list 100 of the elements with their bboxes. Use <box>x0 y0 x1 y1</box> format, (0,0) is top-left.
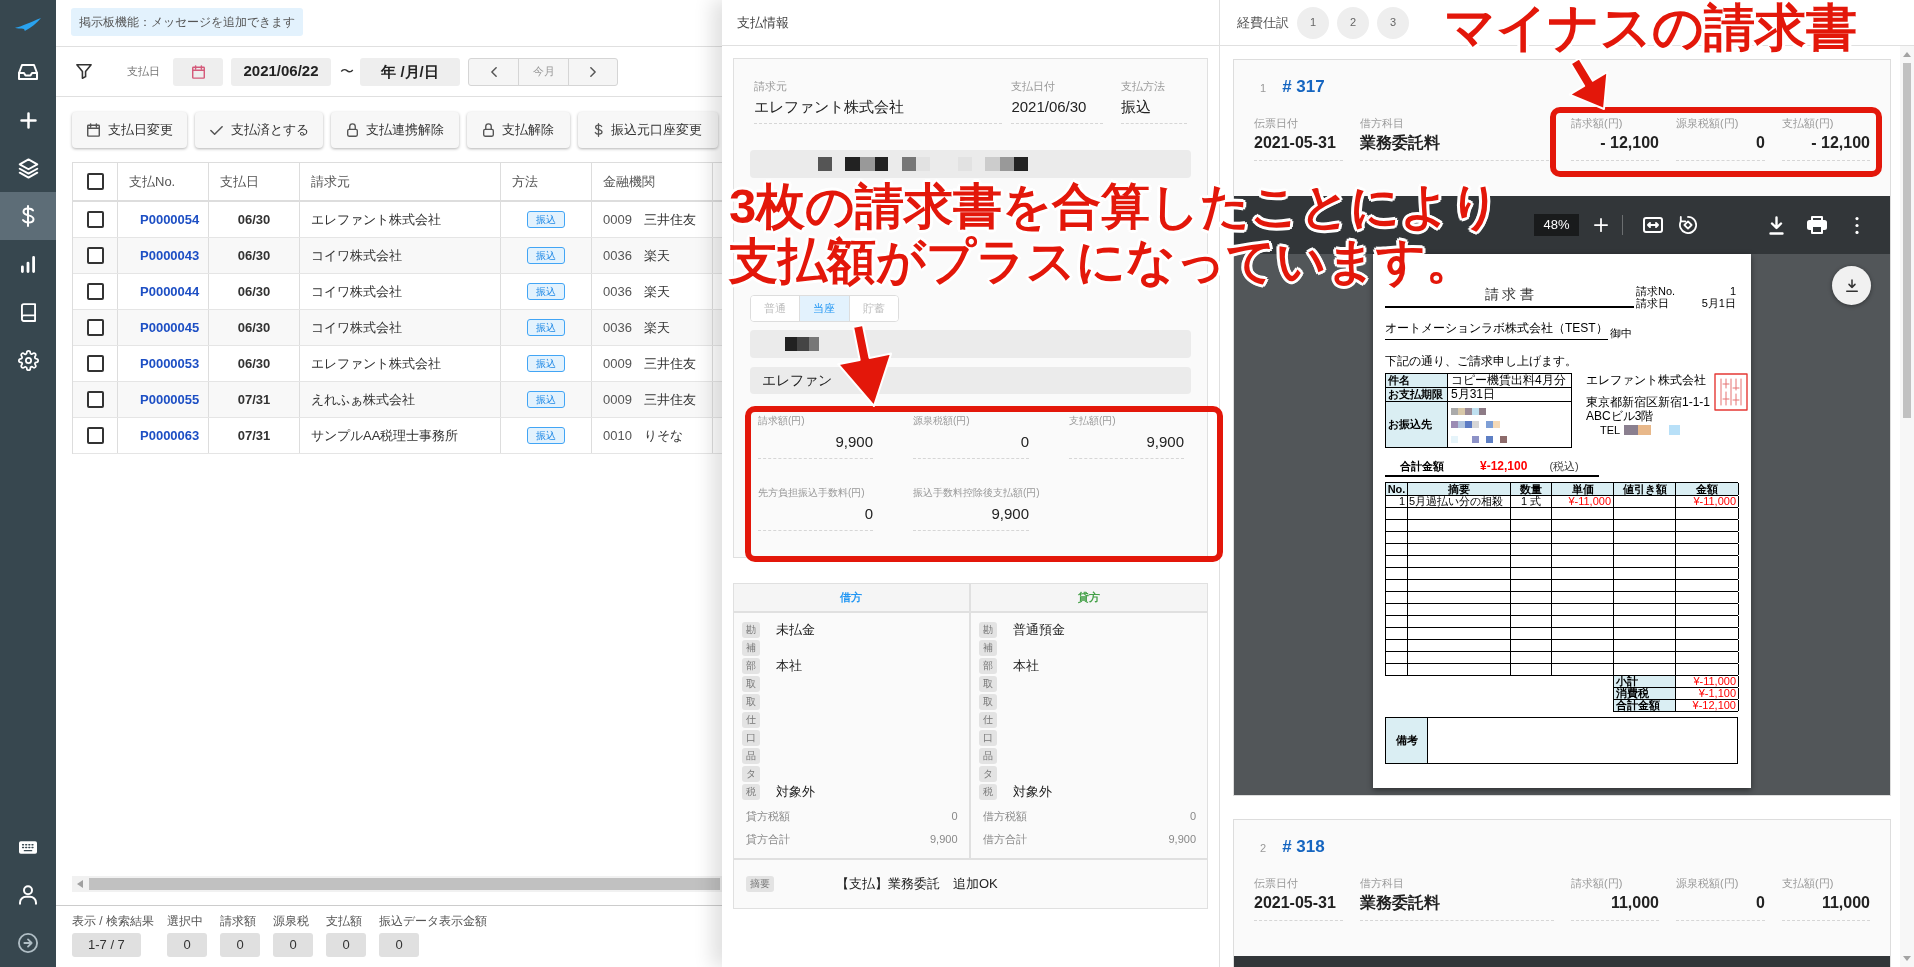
issuer-text: エレファント株式会社 <box>1586 373 1706 387</box>
more-options-icon[interactable] <box>1855 216 1859 234</box>
seal-stamp-icon <box>1714 373 1748 411</box>
scrollbar-thumb[interactable] <box>89 878 720 890</box>
download-button[interactable] <box>1832 266 1871 305</box>
bank-code: 0009 <box>603 210 632 229</box>
summary-label: 支払額 <box>326 914 362 929</box>
bank-name: 楽天 <box>643 318 670 337</box>
field-tag: 口 <box>978 730 997 746</box>
column-header: 請求元 <box>300 163 501 200</box>
action-button[interactable]: 振込元口座変更 <box>578 112 718 148</box>
bank-code: 0009 <box>603 354 632 373</box>
rotate-icon[interactable] <box>1679 216 1697 234</box>
field-tag: 補 <box>742 640 760 656</box>
checkbox[interactable] <box>86 391 104 408</box>
table-cell: 合計金額 <box>1614 700 1676 711</box>
summary-label: 振込データ表示金額 <box>379 914 487 929</box>
field-tag: 取 <box>742 676 760 692</box>
field-tag: 口 <box>742 730 760 746</box>
download-icon[interactable] <box>1769 215 1784 235</box>
table-cell: 06/30 <box>209 202 300 237</box>
zoom-in-icon[interactable] <box>1594 218 1608 232</box>
tel-label: TEL <box>1600 424 1621 436</box>
action-button[interactable]: 支払解除 <box>467 112 570 148</box>
page-button[interactable]: 2 <box>1337 6 1369 39</box>
table-cell: コピー機賃出料4月分 <box>1448 374 1572 387</box>
field-value: 11,000 <box>1821 893 1870 913</box>
field-tag: 補 <box>978 640 997 656</box>
field-tag: 取 <box>978 694 997 710</box>
column-header: 支払No. <box>118 163 209 200</box>
field-tag: タ <box>978 766 997 782</box>
payment-link[interactable]: P0000053 <box>140 353 200 374</box>
payment-link[interactable]: P0000044 <box>140 281 200 302</box>
lock-icon <box>346 123 358 137</box>
table-cell: ¥-12,100 <box>1676 700 1739 711</box>
field-label: 先方負担振込手数料(円) <box>758 486 865 500</box>
sidebar-item[interactable] <box>0 192 56 240</box>
action-button[interactable]: 支払連携解除 <box>331 112 459 148</box>
field-tag: 勘 <box>742 622 760 638</box>
checkbox[interactable] <box>86 173 104 190</box>
payment-link[interactable]: P0000063 <box>140 425 200 446</box>
column-header: 数量 <box>1511 483 1552 495</box>
table-cell: 1 <box>1386 496 1408 507</box>
scrollbar-thumb[interactable] <box>1903 63 1911 418</box>
date-field[interactable]: 2021/06/22 <box>231 57 331 86</box>
method-tag: 振込 <box>527 319 565 336</box>
bank-name: 三井住友 <box>643 354 696 373</box>
table-cell: 07/31 <box>209 382 300 417</box>
table-cell: えれふぁ株式会社 <box>300 382 501 417</box>
field-tag: 部 <box>978 658 997 674</box>
table-cell: 06/30 <box>209 346 300 381</box>
table-cell: お支払期限 <box>1386 388 1448 401</box>
logo-icon <box>15 17 41 31</box>
table-cell: 備考 <box>1386 718 1428 763</box>
meta-value: 1 <box>1729 285 1736 297</box>
calendar-button[interactable] <box>173 57 223 86</box>
checkbox[interactable] <box>86 427 104 444</box>
column-header: 方法 <box>501 163 592 200</box>
entry-link[interactable]: # 318 <box>1282 837 1325 857</box>
entry-link[interactable]: # 317 <box>1282 77 1325 97</box>
payment-link[interactable]: P0000045 <box>140 317 200 338</box>
payment-link[interactable]: P0000043 <box>140 245 200 266</box>
action-button[interactable]: 支払済とする <box>195 112 323 148</box>
checkbox[interactable] <box>86 211 104 228</box>
checkbox[interactable] <box>86 283 104 300</box>
print-icon[interactable] <box>1807 216 1827 234</box>
checkbox[interactable] <box>86 247 104 264</box>
field-value: エレファン <box>762 371 832 390</box>
column-header: 金額 <box>1676 483 1739 495</box>
calendar-icon <box>86 123 100 137</box>
field-value: 9,900 <box>1146 432 1184 452</box>
page-button[interactable]: 3 <box>1377 6 1409 39</box>
field-tag: タ <box>742 766 760 782</box>
page-button[interactable]: 1 <box>1297 6 1329 39</box>
payment-link[interactable]: P0000054 <box>140 209 200 230</box>
vertical-scrollbar[interactable] <box>1900 46 1914 967</box>
fit-page-icon[interactable] <box>1643 217 1663 233</box>
book-icon <box>20 302 36 322</box>
horizontal-scrollbar[interactable] <box>72 876 722 892</box>
field-label: 支払額(円) <box>1782 876 1834 890</box>
chevron-left-icon <box>490 66 497 77</box>
bank-name: りそな <box>643 426 683 445</box>
field-value: 振込 <box>1121 97 1152 117</box>
field-value: 9,900 <box>835 432 873 452</box>
checkbox[interactable] <box>86 319 104 336</box>
zoom-level: 48% <box>1534 214 1579 236</box>
checkbox[interactable] <box>86 355 104 372</box>
table-cell: コイワ株式会社 <box>300 310 501 345</box>
column-header: 借方 <box>734 584 971 611</box>
field-label: 請求額(円) <box>1571 116 1623 130</box>
action-button[interactable]: 支払日変更 <box>72 112 187 148</box>
meta-label: 請求No. <box>1636 285 1676 297</box>
field-tag: 品 <box>978 748 997 764</box>
summary-value: 0 <box>273 933 313 957</box>
payment-link[interactable]: P0000055 <box>140 389 200 410</box>
field-tag: 勘 <box>978 622 997 638</box>
filter-icon[interactable] <box>76 64 92 79</box>
total-label: 借方税額 <box>982 808 1027 824</box>
bank-code: 0009 <box>603 390 632 409</box>
date-field[interactable]: 年 /月/日 <box>360 57 460 86</box>
